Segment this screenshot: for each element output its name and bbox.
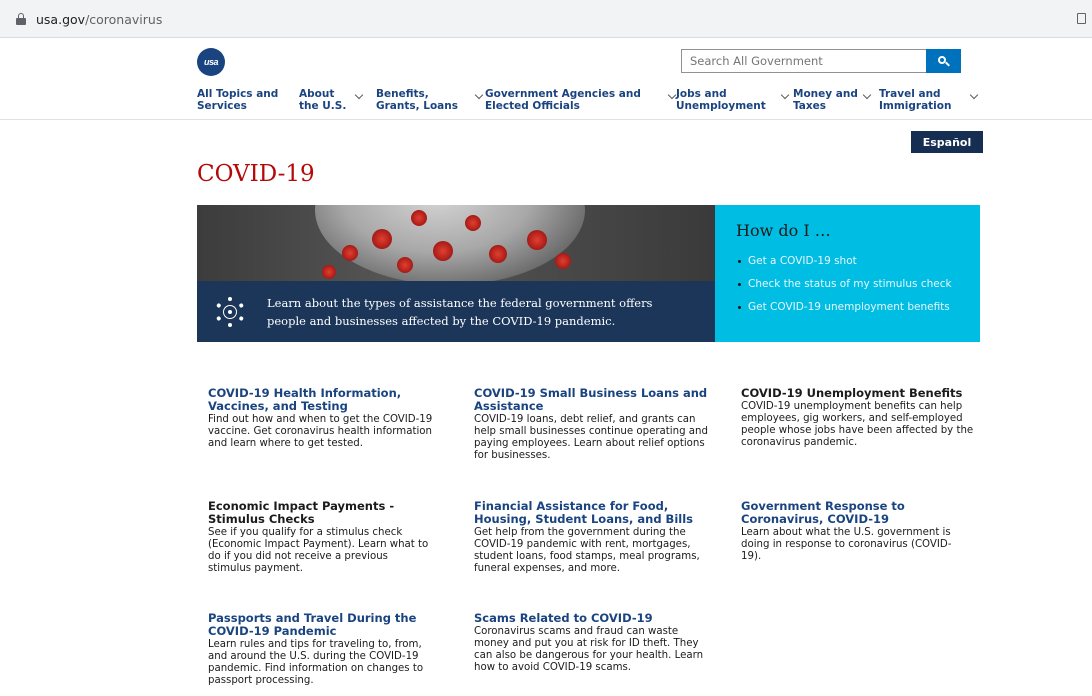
topic-card: Government Response to Coronavirus, COVI…	[741, 500, 971, 563]
topic-card: Financial Assistance for Food, Housing, …	[474, 500, 724, 575]
nav-item-jobs[interactable]: Jobs and Unemployment	[676, 88, 790, 112]
page-title: COVID-19	[197, 161, 315, 187]
nav-item-benefits[interactable]: Benefits, Grants, Loans	[376, 88, 484, 112]
topic-card: Economic Impact Payments - Stimulus Chec…	[208, 500, 433, 575]
topic-description: COVID-19 loans, debt relief, and grants …	[474, 414, 708, 461]
usagov-logo[interactable]: usa	[197, 48, 225, 76]
logo-text: usa	[203, 57, 219, 67]
nav-item-agencies[interactable]: Government Agencies and Elected Official…	[485, 88, 677, 112]
topic-description: COVID-19 unemployment benefits can help …	[741, 401, 974, 448]
virus-icon	[215, 296, 245, 327]
espanol-button[interactable]: Español	[911, 131, 983, 153]
topic-card: COVID-19 Unemployment Benefits COVID-19 …	[741, 387, 986, 449]
url-field[interactable]: usa.gov/coronavirus	[8, 6, 1078, 32]
how-do-i-panel: How do I … Get a COVID-19 shot Check the…	[715, 205, 980, 342]
nav-label: Jobs and Unemployment	[676, 88, 766, 112]
nav-label: Money and Taxes	[793, 88, 858, 112]
extension-icon[interactable]	[1077, 13, 1086, 24]
chevron-down-icon	[474, 90, 484, 100]
how-do-i-heading: How do I …	[736, 221, 831, 240]
how-do-i-link[interactable]: Check the status of my stimulus check	[738, 273, 980, 296]
how-do-i-link[interactable]: Get COVID-19 unemployment benefits	[738, 296, 980, 319]
search-form	[681, 49, 961, 73]
nav-divider	[0, 119, 1092, 120]
topic-card: Scams Related to COVID-19 Coronavirus sc…	[474, 612, 714, 674]
topic-link[interactable]: Government Response to Coronavirus, COVI…	[741, 500, 971, 526]
topic-link[interactable]: Economic Impact Payments - Stimulus Chec…	[208, 500, 433, 526]
nav-item-about[interactable]: About the U.S.	[299, 88, 364, 112]
topic-description: Get help from the government during the …	[474, 527, 700, 574]
topic-description: Find out how and when to get the COVID-1…	[208, 414, 433, 449]
search-button[interactable]	[926, 49, 961, 73]
topic-link[interactable]: COVID-19 Small Business Loans and Assist…	[474, 387, 714, 413]
nav-label: All Topics and Services	[197, 88, 279, 112]
nav-item-travel[interactable]: Travel and Immigration	[879, 88, 979, 112]
chevron-down-icon	[355, 90, 364, 100]
nav-label: About the U.S.	[299, 88, 347, 112]
topic-description: Coronavirus scams and fraud can waste mo…	[474, 626, 704, 673]
topic-description: Learn rules and tips for traveling to, f…	[208, 639, 424, 686]
nav-item-all-topics[interactable]: All Topics and Services	[197, 88, 279, 112]
nav-item-money[interactable]: Money and Taxes	[793, 88, 872, 112]
url-text[interactable]: usa.gov/coronavirus	[36, 12, 162, 27]
how-do-i-link[interactable]: Get a COVID-19 shot	[738, 250, 980, 273]
browser-address-bar: usa.gov/coronavirus	[0, 0, 1092, 38]
topic-link[interactable]: COVID-19 Unemployment Benefits	[741, 387, 986, 400]
topic-card: Passports and Travel During the COVID-19…	[208, 612, 433, 687]
coronavirus-image	[197, 205, 715, 281]
chevron-down-icon	[970, 90, 979, 100]
how-do-i-list: Get a COVID-19 shot Check the status of …	[738, 250, 980, 319]
topic-link[interactable]: Passports and Travel During the COVID-19…	[208, 612, 433, 638]
chevron-down-icon	[780, 90, 790, 100]
url-path: /coronavirus	[85, 11, 163, 27]
topic-link[interactable]: Scams Related to COVID-19	[474, 612, 714, 625]
nav-label: Benefits, Grants, Loans	[376, 88, 458, 112]
chevron-down-icon	[862, 90, 872, 100]
search-input[interactable]	[681, 49, 926, 73]
url-host: usa.gov	[36, 11, 86, 27]
hero-text: Learn about the types of assistance the …	[267, 295, 653, 328]
topic-description: Learn about what the U.S. government is …	[741, 527, 952, 562]
search-icon	[938, 55, 950, 67]
main-nav: All Topics and Services About the U.S. B…	[197, 87, 987, 121]
topic-card: COVID-19 Small Business Loans and Assist…	[474, 387, 714, 462]
hero-banner: Learn about the types of assistance the …	[197, 205, 715, 342]
topic-link[interactable]: Financial Assistance for Food, Housing, …	[474, 500, 724, 526]
lock-icon	[16, 13, 26, 25]
nav-label: Travel and Immigration	[879, 88, 952, 112]
topic-card: COVID-19 Health Information, Vaccines, a…	[208, 387, 433, 450]
chevron-down-icon	[667, 90, 677, 100]
topic-link[interactable]: COVID-19 Health Information, Vaccines, a…	[208, 387, 433, 413]
hero-caption: Learn about the types of assistance the …	[197, 281, 715, 342]
nav-label: Government Agencies and Elected Official…	[485, 88, 641, 112]
topic-description: See if you qualify for a stimulus check …	[208, 527, 429, 574]
